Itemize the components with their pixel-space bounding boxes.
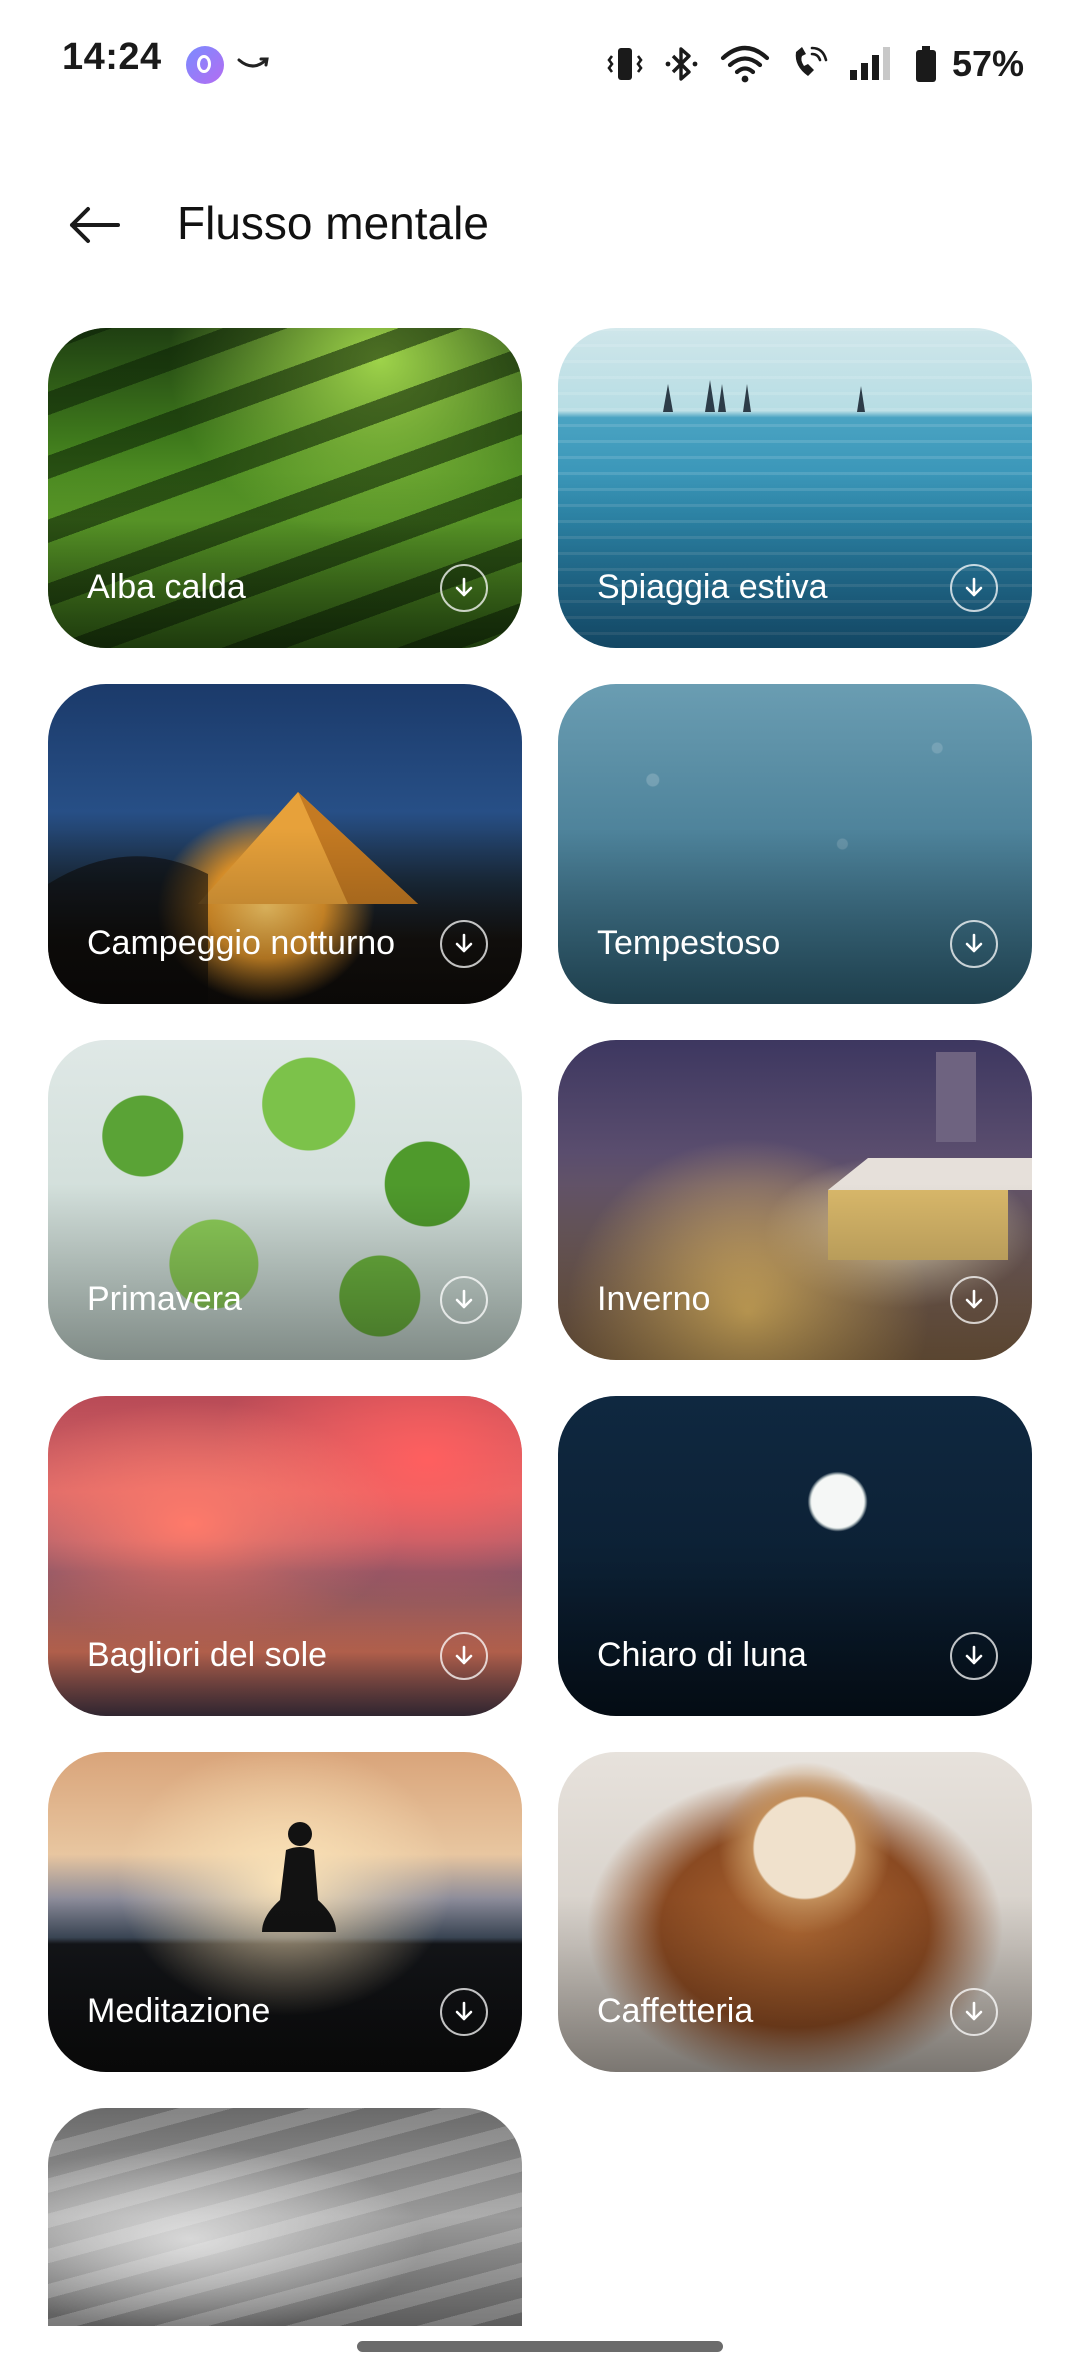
sound-card-campeggio-notturno[interactable]: Campeggio notturno <box>48 684 522 1004</box>
download-button[interactable] <box>440 920 488 968</box>
download-button[interactable] <box>950 1276 998 1324</box>
card-label: Tempestoso <box>597 924 781 962</box>
download-icon <box>455 1289 473 1309</box>
sound-card-alba-calda[interactable]: Alba calda <box>48 328 522 648</box>
home-indicator[interactable] <box>357 2341 723 2352</box>
bluetooth-icon <box>665 47 698 81</box>
page-title: Flusso mentale <box>177 197 489 249</box>
download-button[interactable] <box>950 564 998 612</box>
download-button[interactable] <box>440 1988 488 2036</box>
download-icon <box>965 577 983 597</box>
download-button[interactable] <box>950 920 998 968</box>
vibrate-icon <box>607 48 643 80</box>
card-label: Caffetteria <box>597 1992 754 2030</box>
sound-card-chiaro-di-luna[interactable]: Chiaro di luna <box>558 1396 1032 1716</box>
download-icon <box>455 933 473 953</box>
assistant-app-icon <box>186 46 224 84</box>
card-label: Alba calda <box>87 568 246 606</box>
signal-icon <box>849 47 890 80</box>
card-label: Chiaro di luna <box>597 1636 807 1674</box>
card-label: Primavera <box>87 1280 242 1318</box>
card-label: Meditazione <box>87 1992 271 2030</box>
sound-card-tempestoso[interactable]: Tempestoso <box>558 684 1032 1004</box>
sound-card-primavera[interactable]: Primavera <box>48 1040 522 1360</box>
download-icon <box>965 2001 983 2021</box>
sound-card-spiaggia-estiva[interactable]: Spiaggia estiva <box>558 328 1032 648</box>
screen: 14:24 57% Flusso mentale Alba calda Spia… <box>0 0 1080 2376</box>
battery-icon <box>915 46 936 82</box>
arrow-left-icon <box>70 207 120 243</box>
download-icon <box>455 1645 473 1665</box>
download-icon <box>965 1645 983 1665</box>
status-bar: 14:24 57% <box>0 0 1080 120</box>
amazon-icon <box>237 57 269 68</box>
battery-percent: 57% <box>951 43 1024 84</box>
card-label: Campeggio notturno <box>87 924 396 962</box>
download-button[interactable] <box>950 1632 998 1680</box>
card-label: Spiaggia estiva <box>597 568 828 606</box>
status-icons: 57% <box>606 40 1024 88</box>
card-label: Bagliori del sole <box>87 1636 328 1674</box>
wifi-calling-icon <box>795 46 828 76</box>
app-bar: Flusso mentale <box>0 170 1080 280</box>
sound-card-partial[interactable] <box>48 2108 522 2326</box>
download-icon <box>455 2001 473 2021</box>
sound-card-inverno[interactable]: Inverno <box>558 1040 1032 1360</box>
download-icon <box>455 577 473 597</box>
mist-image <box>48 2108 522 2326</box>
sound-card-bagliori-del-sole[interactable]: Bagliori del sole <box>48 1396 522 1716</box>
download-button[interactable] <box>950 1988 998 2036</box>
card-label: Inverno <box>597 1280 711 1318</box>
wifi-icon <box>720 45 770 83</box>
sound-card-caffetteria[interactable]: Caffetteria <box>558 1752 1032 2072</box>
download-button[interactable] <box>440 1276 488 1324</box>
status-time: 14:24 <box>62 36 162 78</box>
download-icon <box>965 933 983 953</box>
back-button[interactable] <box>56 192 132 258</box>
download-button[interactable] <box>440 1632 488 1680</box>
download-button[interactable] <box>440 564 488 612</box>
download-icon <box>965 1289 983 1309</box>
sound-card-meditazione[interactable]: Meditazione <box>48 1752 522 2072</box>
